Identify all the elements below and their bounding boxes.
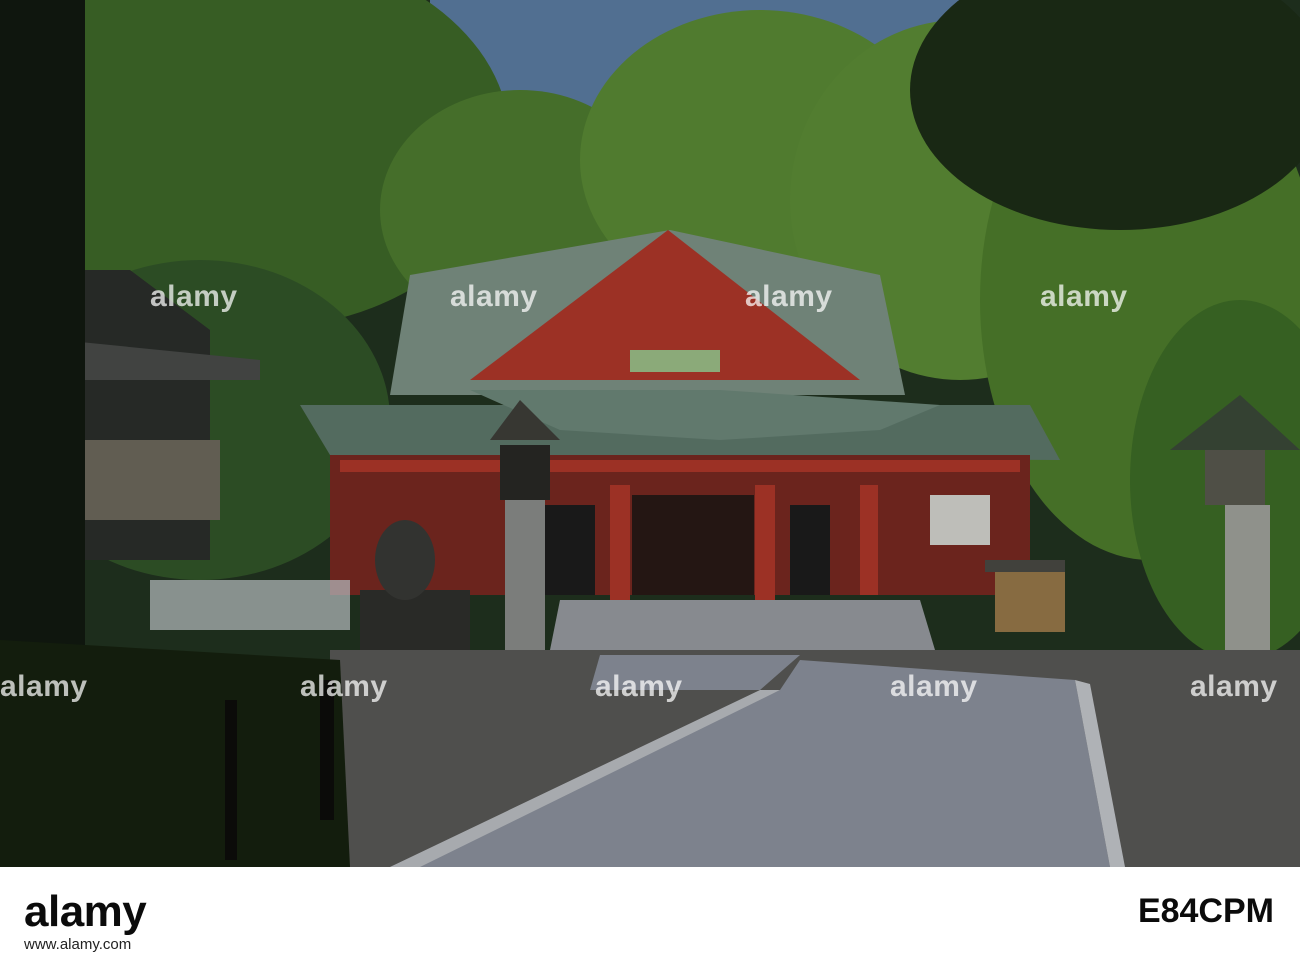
- watermark: alamy: [1040, 280, 1128, 313]
- watermark: alamy: [300, 670, 388, 703]
- watermark: alamy: [150, 280, 238, 313]
- watermark-footer: alamy www.alamy.com E84CPM: [0, 867, 1300, 957]
- watermark: alamy: [450, 280, 538, 313]
- watermark: alamy: [1190, 670, 1278, 703]
- watermark: alamy: [0, 670, 88, 703]
- watermark: alamy: [890, 670, 978, 703]
- watermark: alamy: [595, 670, 683, 703]
- shrine-scene: [0, 0, 1300, 867]
- shade-overlay: [0, 0, 1300, 867]
- image-code: E84CPM: [1137, 892, 1274, 930]
- alamy-logo: alamy: [24, 887, 147, 936]
- photo: alamy alamy alamy alamy alamy alamy alam…: [0, 0, 1300, 867]
- alamy-url: www.alamy.com: [24, 936, 132, 953]
- watermark-dot: [600, 28, 680, 68]
- watermark: alamy: [745, 280, 833, 313]
